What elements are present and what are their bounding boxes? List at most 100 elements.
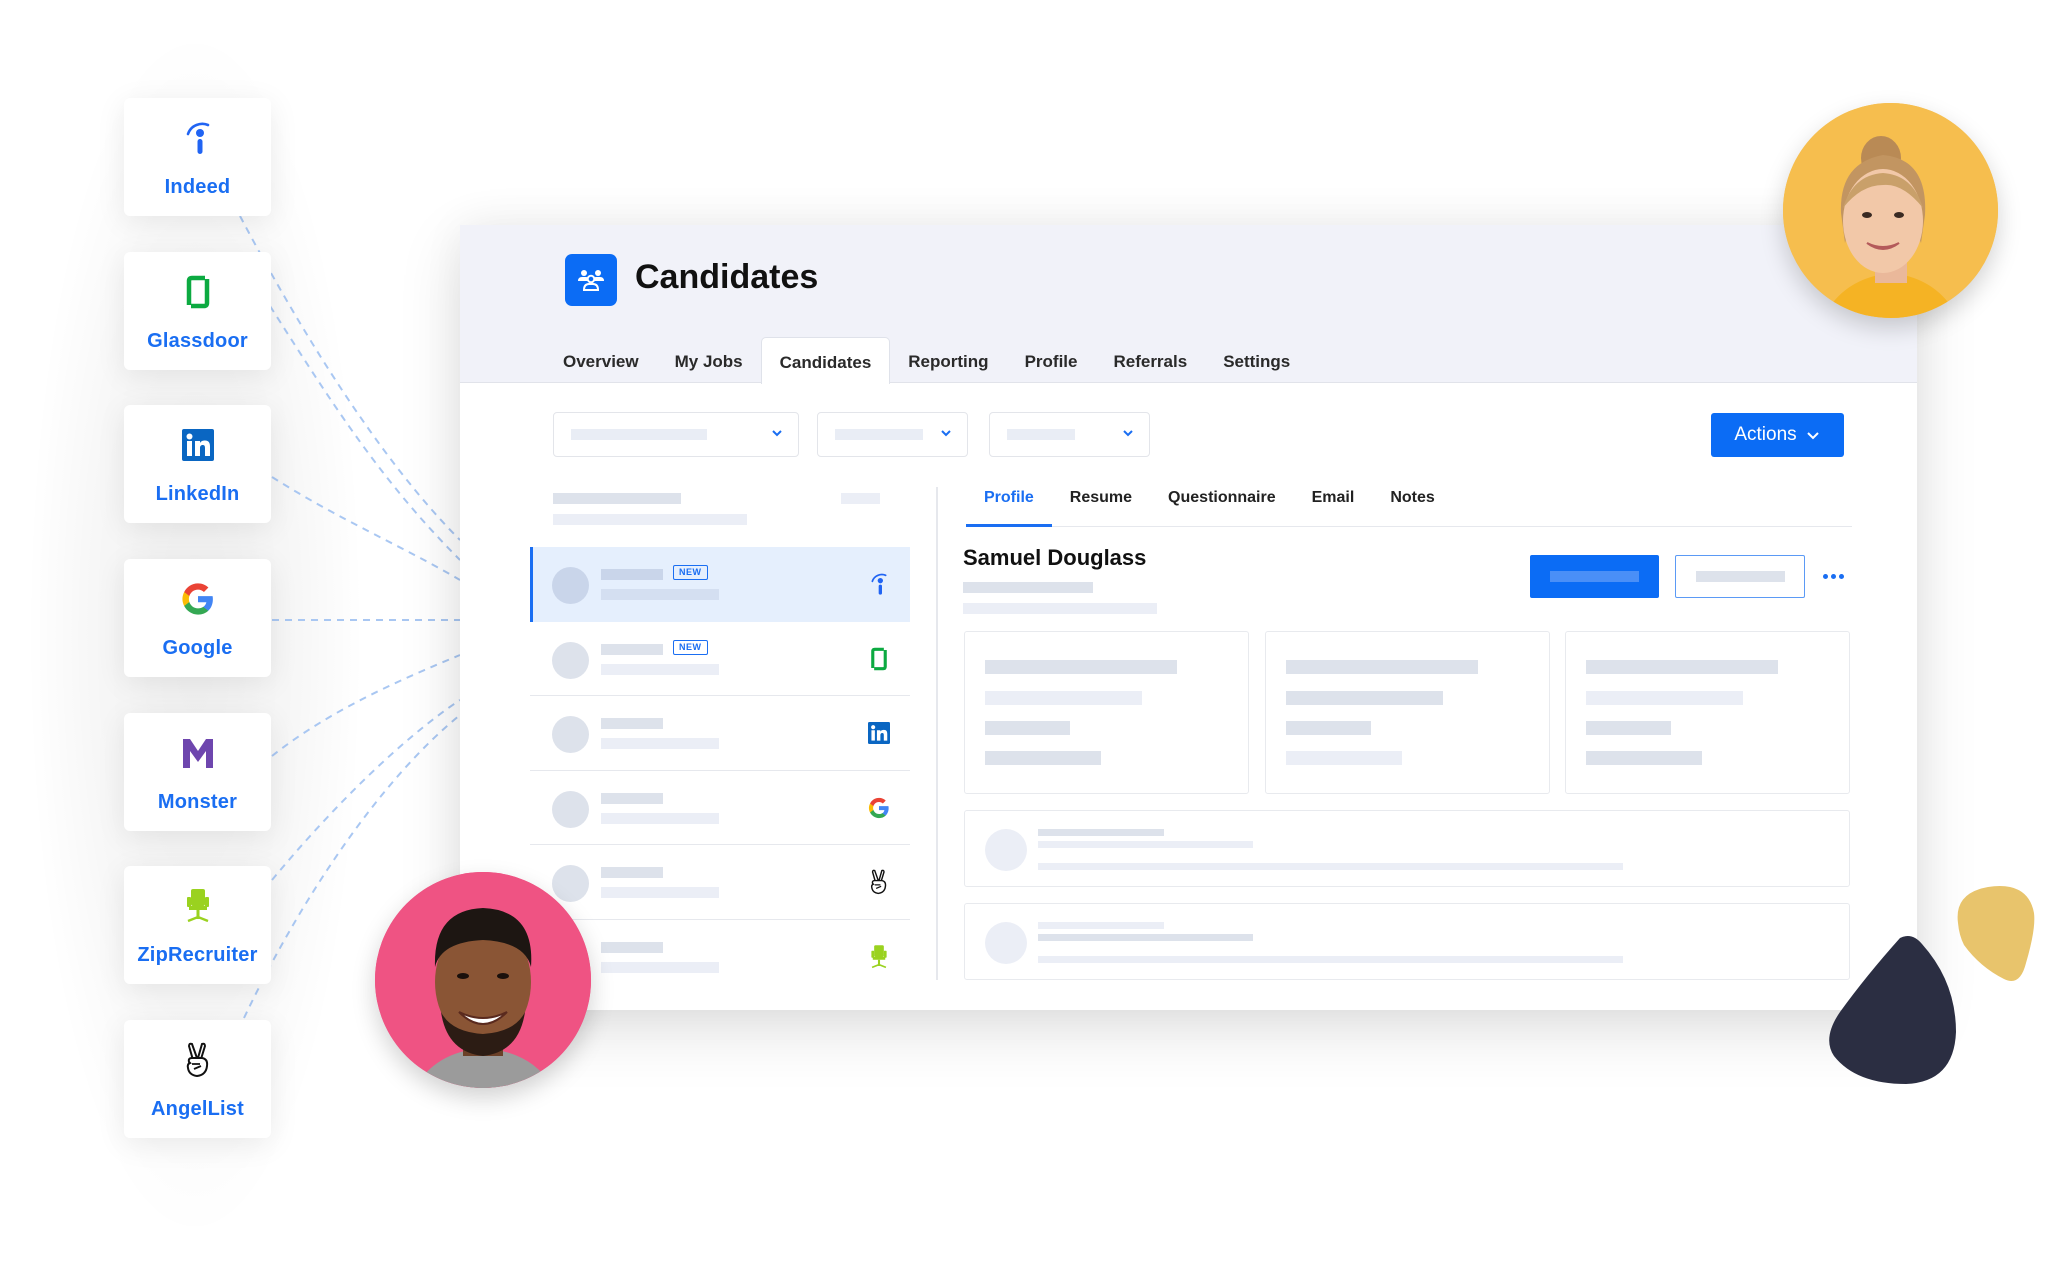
activity-card xyxy=(964,903,1850,980)
chevron-down-icon xyxy=(1806,432,1819,440)
source-card-ziprecruiter[interactable]: ZipRecruiter xyxy=(124,866,271,984)
filter-dropdown-1[interactable] xyxy=(553,412,799,457)
source-card-indeed[interactable]: Indeed xyxy=(124,98,271,216)
avatar xyxy=(552,716,589,753)
source-label: Glassdoor xyxy=(147,330,248,352)
tab-settings[interactable]: Settings xyxy=(1205,337,1308,384)
candidate-name: Samuel Douglass xyxy=(963,545,1147,570)
tab-profile-detail[interactable]: Profile xyxy=(966,487,1052,527)
candidates-app-window: Candidates Overview My Jobs Candidates R… xyxy=(460,225,1917,1010)
new-badge: NEW xyxy=(673,639,708,655)
info-card xyxy=(1565,631,1850,794)
subtitle-skeleton xyxy=(601,812,719,824)
indeed-icon xyxy=(178,118,218,158)
google-icon xyxy=(866,795,892,821)
list-header-skeleton xyxy=(553,493,681,504)
avatar xyxy=(985,922,1027,964)
actions-label: Actions xyxy=(1734,424,1797,445)
source-label: Monster xyxy=(157,791,238,813)
candidate-row[interactable]: NEW xyxy=(530,622,910,696)
info-card xyxy=(964,631,1249,794)
tab-profile[interactable]: Profile xyxy=(1007,337,1096,384)
candidate-photo-woman xyxy=(1783,103,1998,318)
tab-email[interactable]: Email xyxy=(1294,487,1373,527)
source-card-linkedin[interactable]: LinkedIn xyxy=(124,405,271,523)
people-group-icon xyxy=(565,254,617,306)
source-label: Indeed xyxy=(164,176,231,198)
angellist-icon xyxy=(866,869,892,895)
secondary-action-button[interactable] xyxy=(1675,555,1805,598)
avatar xyxy=(552,641,589,679)
tab-candidates[interactable]: Candidates xyxy=(760,337,891,384)
page-title: Candidates xyxy=(635,258,819,296)
tab-resume[interactable]: Resume xyxy=(1052,487,1150,527)
name-skeleton xyxy=(601,643,663,655)
tab-notes[interactable]: Notes xyxy=(1372,487,1452,527)
new-badge: NEW xyxy=(673,565,708,580)
candidate-subtitle-skeleton xyxy=(963,582,1093,593)
linkedin-icon xyxy=(866,720,892,746)
subtitle-skeleton xyxy=(601,738,719,749)
glassdoor-icon xyxy=(178,272,218,312)
candidate-row[interactable] xyxy=(530,771,910,845)
indeed-icon xyxy=(866,571,892,597)
name-skeleton xyxy=(601,941,663,953)
name-skeleton xyxy=(601,792,663,804)
monster-icon xyxy=(178,733,218,773)
tab-referrals[interactable]: Referrals xyxy=(1095,337,1205,384)
source-label: Google xyxy=(162,637,233,659)
yellow-blob-decoration xyxy=(1957,886,2035,981)
pane-divider xyxy=(936,487,938,980)
ziprecruiter-icon xyxy=(178,886,218,926)
source-card-google[interactable]: Google xyxy=(124,559,271,677)
tab-my-jobs[interactable]: My Jobs xyxy=(657,337,761,384)
candidate-row[interactable] xyxy=(530,845,910,920)
linkedin-icon xyxy=(178,425,218,465)
primary-action-button[interactable] xyxy=(1530,555,1659,598)
chevron-down-icon xyxy=(1123,430,1133,437)
dark-blob-decoration xyxy=(1829,936,1956,1084)
avatar xyxy=(552,865,589,902)
tab-questionnaire[interactable]: Questionnaire xyxy=(1150,487,1294,527)
subtitle-skeleton xyxy=(601,887,719,898)
angellist-icon xyxy=(178,1040,218,1080)
filter-placeholder xyxy=(835,429,923,440)
list-count-skeleton xyxy=(841,493,880,504)
activity-card xyxy=(964,810,1850,887)
actions-button[interactable]: Actions xyxy=(1711,413,1844,457)
chevron-down-icon xyxy=(941,430,951,437)
source-card-angellist[interactable]: AngelList xyxy=(124,1020,271,1138)
info-card xyxy=(1265,631,1550,794)
detail-tabs: Profile Resume Questionnaire Email Notes xyxy=(966,487,1852,527)
source-card-monster[interactable]: Monster xyxy=(124,713,271,831)
button-label-skeleton xyxy=(1696,571,1785,582)
subtitle-skeleton xyxy=(601,589,719,600)
source-card-glassdoor[interactable]: Glassdoor xyxy=(124,252,271,370)
name-skeleton xyxy=(601,569,663,580)
chevron-down-icon xyxy=(772,430,782,437)
filter-placeholder xyxy=(571,429,707,440)
tab-overview[interactable]: Overview xyxy=(545,337,657,384)
button-label-skeleton xyxy=(1550,571,1639,582)
subtitle-skeleton xyxy=(601,961,719,973)
candidate-row[interactable]: NEW xyxy=(530,547,910,622)
name-skeleton xyxy=(601,718,663,729)
candidate-row[interactable] xyxy=(530,696,910,771)
tab-reporting[interactable]: Reporting xyxy=(890,337,1006,384)
app-header: Candidates Overview My Jobs Candidates R… xyxy=(460,225,1917,384)
source-label: LinkedIn xyxy=(155,483,240,505)
filter-dropdown-2[interactable] xyxy=(817,412,968,457)
source-label: AngelList xyxy=(151,1098,244,1120)
filter-dropdown-3[interactable] xyxy=(989,412,1150,457)
google-icon xyxy=(178,579,218,619)
ziprecruiter-icon xyxy=(866,944,892,970)
subtitle-skeleton xyxy=(601,663,719,675)
main-nav-tabs: Overview My Jobs Candidates Reporting Pr… xyxy=(545,337,1308,384)
filter-placeholder xyxy=(1007,429,1075,440)
more-options-icon[interactable] xyxy=(1820,565,1846,587)
glassdoor-icon xyxy=(866,646,892,672)
candidate-subtitle-skeleton xyxy=(963,603,1157,614)
name-skeleton xyxy=(601,867,663,878)
candidate-photo-man xyxy=(375,872,591,1088)
avatar xyxy=(985,829,1027,871)
